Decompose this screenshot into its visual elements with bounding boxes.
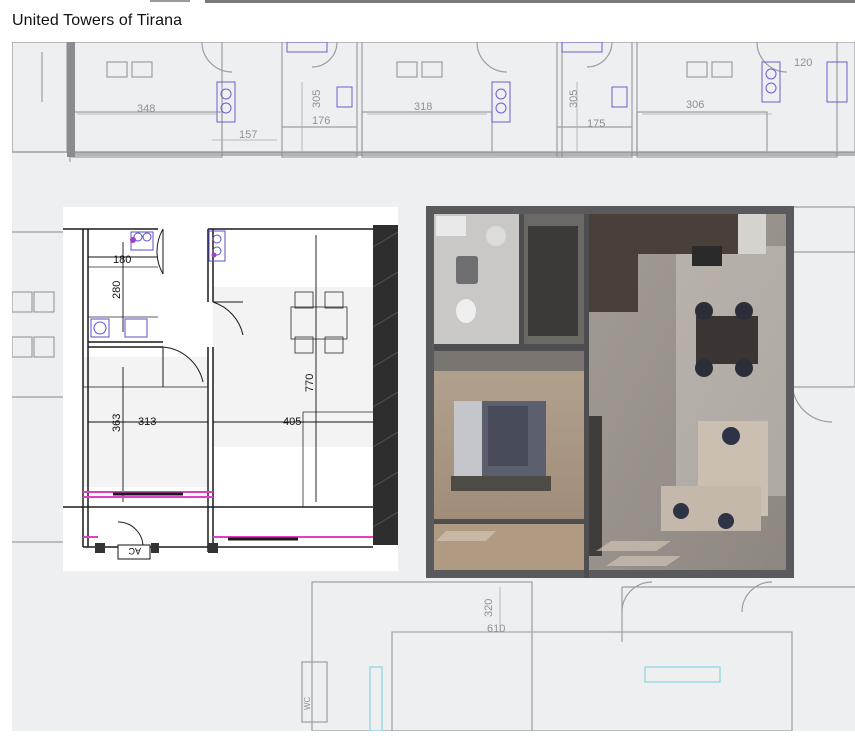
dim-label-320: 320	[483, 599, 495, 617]
dim-405: 405	[283, 416, 301, 428]
dim-770: 770	[304, 374, 316, 392]
floor-plan-2d: 180 280 363 313 405 770 AC	[63, 207, 399, 571]
dim-label-176: 176	[312, 115, 330, 127]
ac-label: AC	[128, 546, 141, 556]
dim-label-306: 306	[686, 99, 704, 111]
dim-label-348: 348	[137, 103, 155, 115]
header-rule	[205, 0, 855, 3]
dim-363: 363	[111, 414, 123, 432]
dim-label-305-b: 305	[568, 90, 580, 108]
dim-label-318: 318	[414, 101, 432, 113]
dim-label-175: 175	[587, 118, 605, 130]
wc-label: WC	[303, 696, 312, 710]
dim-313: 313	[138, 416, 156, 428]
dim-label-305-a: 305	[311, 90, 323, 108]
dim-label-157: 157	[239, 129, 257, 141]
dim-180: 180	[113, 254, 131, 266]
dim-label-120: 120	[794, 57, 812, 69]
header: United Towers of Tirana	[0, 0, 855, 40]
header-rule-short	[150, 0, 190, 2]
dim-label-610: 610	[487, 623, 505, 635]
page-title: United Towers of Tirana	[12, 12, 183, 29]
floor-plan-3d-render	[426, 206, 794, 578]
dim-280: 280	[111, 281, 123, 299]
